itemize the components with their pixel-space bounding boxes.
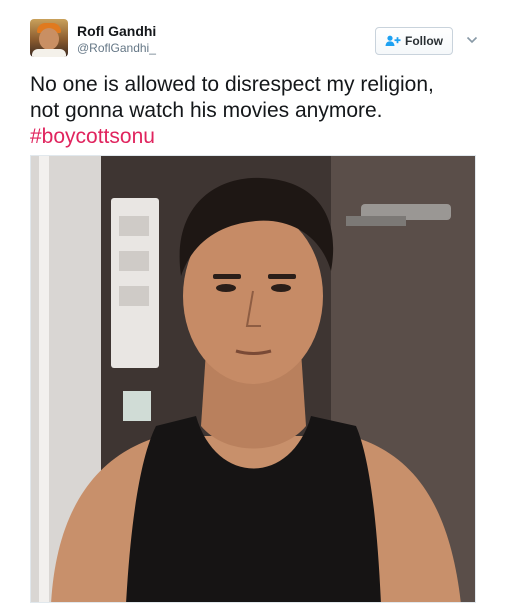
follow-button-label: Follow <box>405 34 443 48</box>
follow-button[interactable]: Follow <box>375 27 453 55</box>
add-user-icon <box>385 35 401 47</box>
chevron-down-icon[interactable] <box>466 32 478 44</box>
tweet-header: Rofl Gandhi @RoflGandhi_ Follow <box>0 0 507 70</box>
avatar[interactable] <box>30 19 68 57</box>
hashtag-link[interactable]: #boycottsonu <box>30 124 480 150</box>
photo-illustration <box>31 156 475 602</box>
tweet-text-line-2: not gonna watch his movies anymore. <box>30 99 383 122</box>
tweet-text: No one is allowed to disrespect my relig… <box>30 72 480 150</box>
avatar-shirt <box>32 49 66 57</box>
tweet-photo[interactable] <box>30 155 476 603</box>
author-handle[interactable]: @RoflGandhi_ <box>77 41 156 55</box>
tweet-text-line-1: No one is allowed to disrespect my relig… <box>30 73 434 96</box>
avatar-face <box>39 28 59 50</box>
author-display-name[interactable]: Rofl Gandhi <box>77 23 156 39</box>
